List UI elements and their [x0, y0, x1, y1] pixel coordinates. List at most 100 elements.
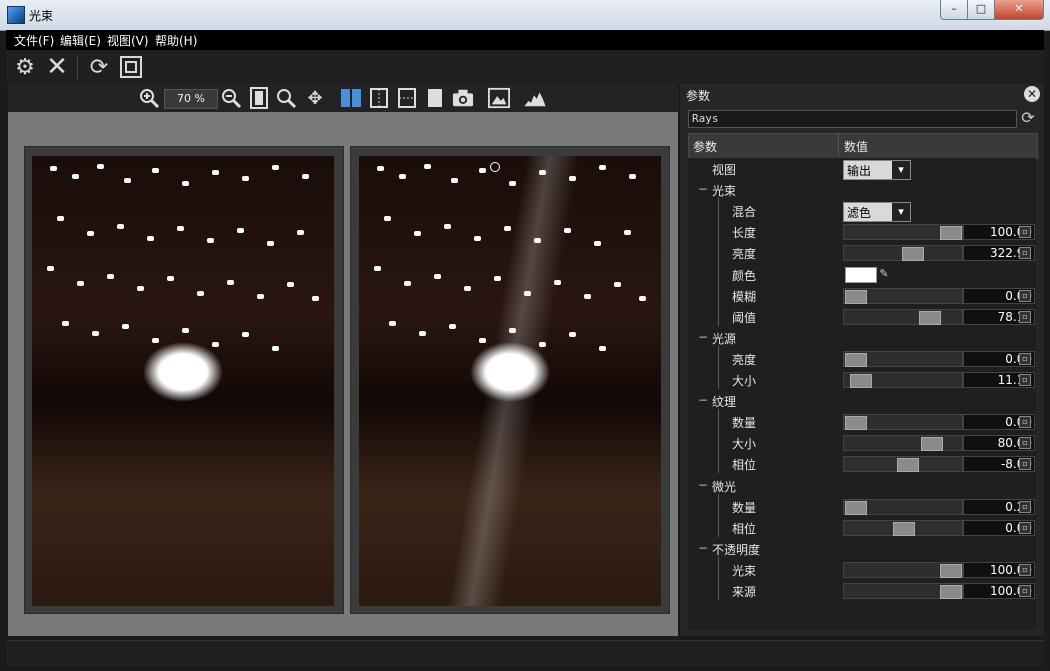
eyedropper-icon[interactable]: ✎: [877, 267, 891, 281]
menu-help[interactable]: 帮助(H): [155, 32, 197, 49]
tree-guide-line: [718, 219, 719, 241]
light-spot: [242, 332, 249, 337]
param-slider[interactable]: [843, 520, 963, 536]
histogram-icon[interactable]: [524, 86, 546, 110]
slider-thumb[interactable]: [850, 374, 872, 388]
camera-icon[interactable]: [452, 86, 474, 110]
keyframe-toggle-icon[interactable]: ▫: [1019, 290, 1031, 302]
param-slider[interactable]: [843, 224, 963, 240]
tree-guide-line: [718, 494, 719, 516]
param-slider[interactable]: [843, 288, 963, 304]
param-slider[interactable]: [843, 499, 963, 515]
param-slider[interactable]: [843, 351, 963, 367]
param-slider[interactable]: [843, 245, 963, 261]
collapse-toggle-icon[interactable]: −: [698, 478, 708, 492]
minimize-button[interactable]: –: [940, 0, 968, 20]
preset-name-field[interactable]: Rays: [688, 110, 1017, 128]
param-dropdown[interactable]: 滤色 ▾: [843, 202, 911, 222]
param-slider[interactable]: [843, 583, 963, 599]
before-image[interactable]: [32, 156, 334, 606]
slider-thumb[interactable]: [921, 437, 943, 451]
slider-thumb[interactable]: [845, 353, 867, 367]
keyframe-toggle-icon[interactable]: ▫: [1019, 416, 1031, 428]
fit-icon[interactable]: [248, 86, 270, 110]
light-spot: [377, 166, 384, 171]
slider-thumb[interactable]: [940, 564, 962, 578]
keyframe-toggle-icon[interactable]: ▫: [1019, 374, 1031, 386]
actual-size-icon[interactable]: [275, 86, 297, 110]
zoom-in-icon[interactable]: [138, 86, 160, 110]
keyframe-toggle-icon[interactable]: ▫: [1019, 564, 1031, 576]
keyframe-toggle-icon[interactable]: ▫: [1019, 311, 1031, 323]
after-image[interactable]: [359, 156, 661, 606]
keyframe-toggle-icon[interactable]: ▫: [1019, 353, 1031, 365]
gear-icon[interactable]: ⚙: [12, 54, 38, 80]
keyframe-toggle-icon[interactable]: ▫: [1019, 585, 1031, 597]
slider-thumb[interactable]: [902, 247, 924, 261]
slider-thumb[interactable]: [845, 416, 867, 430]
collapse-toggle-icon[interactable]: −: [698, 182, 708, 196]
keyframe-toggle-icon[interactable]: ▫: [1019, 437, 1031, 449]
light-spot: [177, 226, 184, 231]
dropdown-value: 输出: [847, 164, 872, 178]
menu-file[interactable]: 文件(F): [14, 32, 54, 49]
single-view-icon[interactable]: [424, 86, 446, 110]
collapse-toggle-icon[interactable]: −: [698, 393, 708, 407]
split-horizontal-icon[interactable]: [396, 86, 418, 110]
light-spot: [374, 266, 381, 271]
light-spot: [479, 168, 486, 173]
param-label: 阈值: [732, 311, 757, 325]
chevron-down-icon: ▾: [892, 161, 910, 179]
light-spot: [404, 281, 411, 286]
light-spot: [504, 226, 511, 231]
zoom-level-field[interactable]: 70 %: [164, 89, 218, 109]
param-slider[interactable]: [843, 562, 963, 578]
pan-icon[interactable]: ✥: [304, 86, 326, 110]
param-label: 光束: [732, 564, 757, 578]
title-bar: [0, 0, 1050, 31]
light-source-handle[interactable]: [490, 162, 500, 172]
zoom-out-icon[interactable]: [220, 86, 242, 110]
param-slider[interactable]: [843, 309, 963, 325]
image-icon[interactable]: [488, 86, 510, 110]
window-title: 光束: [29, 9, 54, 23]
split-vertical-icon[interactable]: [368, 86, 390, 110]
dropdown-value: 滤色: [847, 206, 872, 220]
refresh-icon[interactable]: ⟳: [86, 54, 112, 80]
param-slider[interactable]: [843, 372, 963, 388]
fit-window-icon[interactable]: [118, 54, 144, 80]
tree-guide-line: [718, 515, 719, 537]
param-slider[interactable]: [843, 456, 963, 472]
param-slider[interactable]: [843, 435, 963, 451]
keyframe-toggle-icon[interactable]: ▫: [1019, 247, 1031, 259]
light-spot: [272, 165, 279, 170]
refresh-icon[interactable]: ⟳: [1018, 108, 1038, 128]
keyframe-toggle-icon[interactable]: ▫: [1019, 226, 1031, 238]
light-spot: [554, 280, 561, 285]
keyframe-toggle-icon[interactable]: ▫: [1019, 501, 1031, 513]
menu-view[interactable]: 视图(V): [107, 32, 149, 49]
keyframe-toggle-icon[interactable]: ▫: [1019, 458, 1031, 470]
tree-guide-line: [718, 409, 719, 431]
slider-thumb[interactable]: [845, 290, 867, 304]
param-label: 光束: [712, 184, 737, 198]
split-view-icon[interactable]: [340, 86, 362, 110]
close-window-button[interactable]: ✕: [994, 0, 1044, 20]
panel-close-icon[interactable]: ✕: [1024, 86, 1040, 102]
collapse-toggle-icon[interactable]: −: [698, 330, 708, 344]
close-x-icon[interactable]: ✕: [44, 52, 70, 82]
slider-thumb[interactable]: [893, 522, 915, 536]
maximize-button[interactable]: □: [967, 0, 995, 20]
keyframe-toggle-icon[interactable]: ▫: [1019, 522, 1031, 534]
param-slider[interactable]: [843, 414, 963, 430]
slider-thumb[interactable]: [845, 501, 867, 515]
slider-thumb[interactable]: [940, 226, 962, 240]
slider-thumb[interactable]: [919, 311, 941, 325]
slider-thumb[interactable]: [940, 585, 962, 599]
collapse-toggle-icon[interactable]: −: [698, 541, 708, 555]
menu-edit[interactable]: 编辑(E): [60, 32, 101, 49]
slider-thumb[interactable]: [897, 458, 919, 472]
color-swatch[interactable]: [845, 267, 877, 283]
param-dropdown[interactable]: 输出 ▾: [843, 160, 911, 180]
tree-guide-line: [718, 262, 719, 284]
